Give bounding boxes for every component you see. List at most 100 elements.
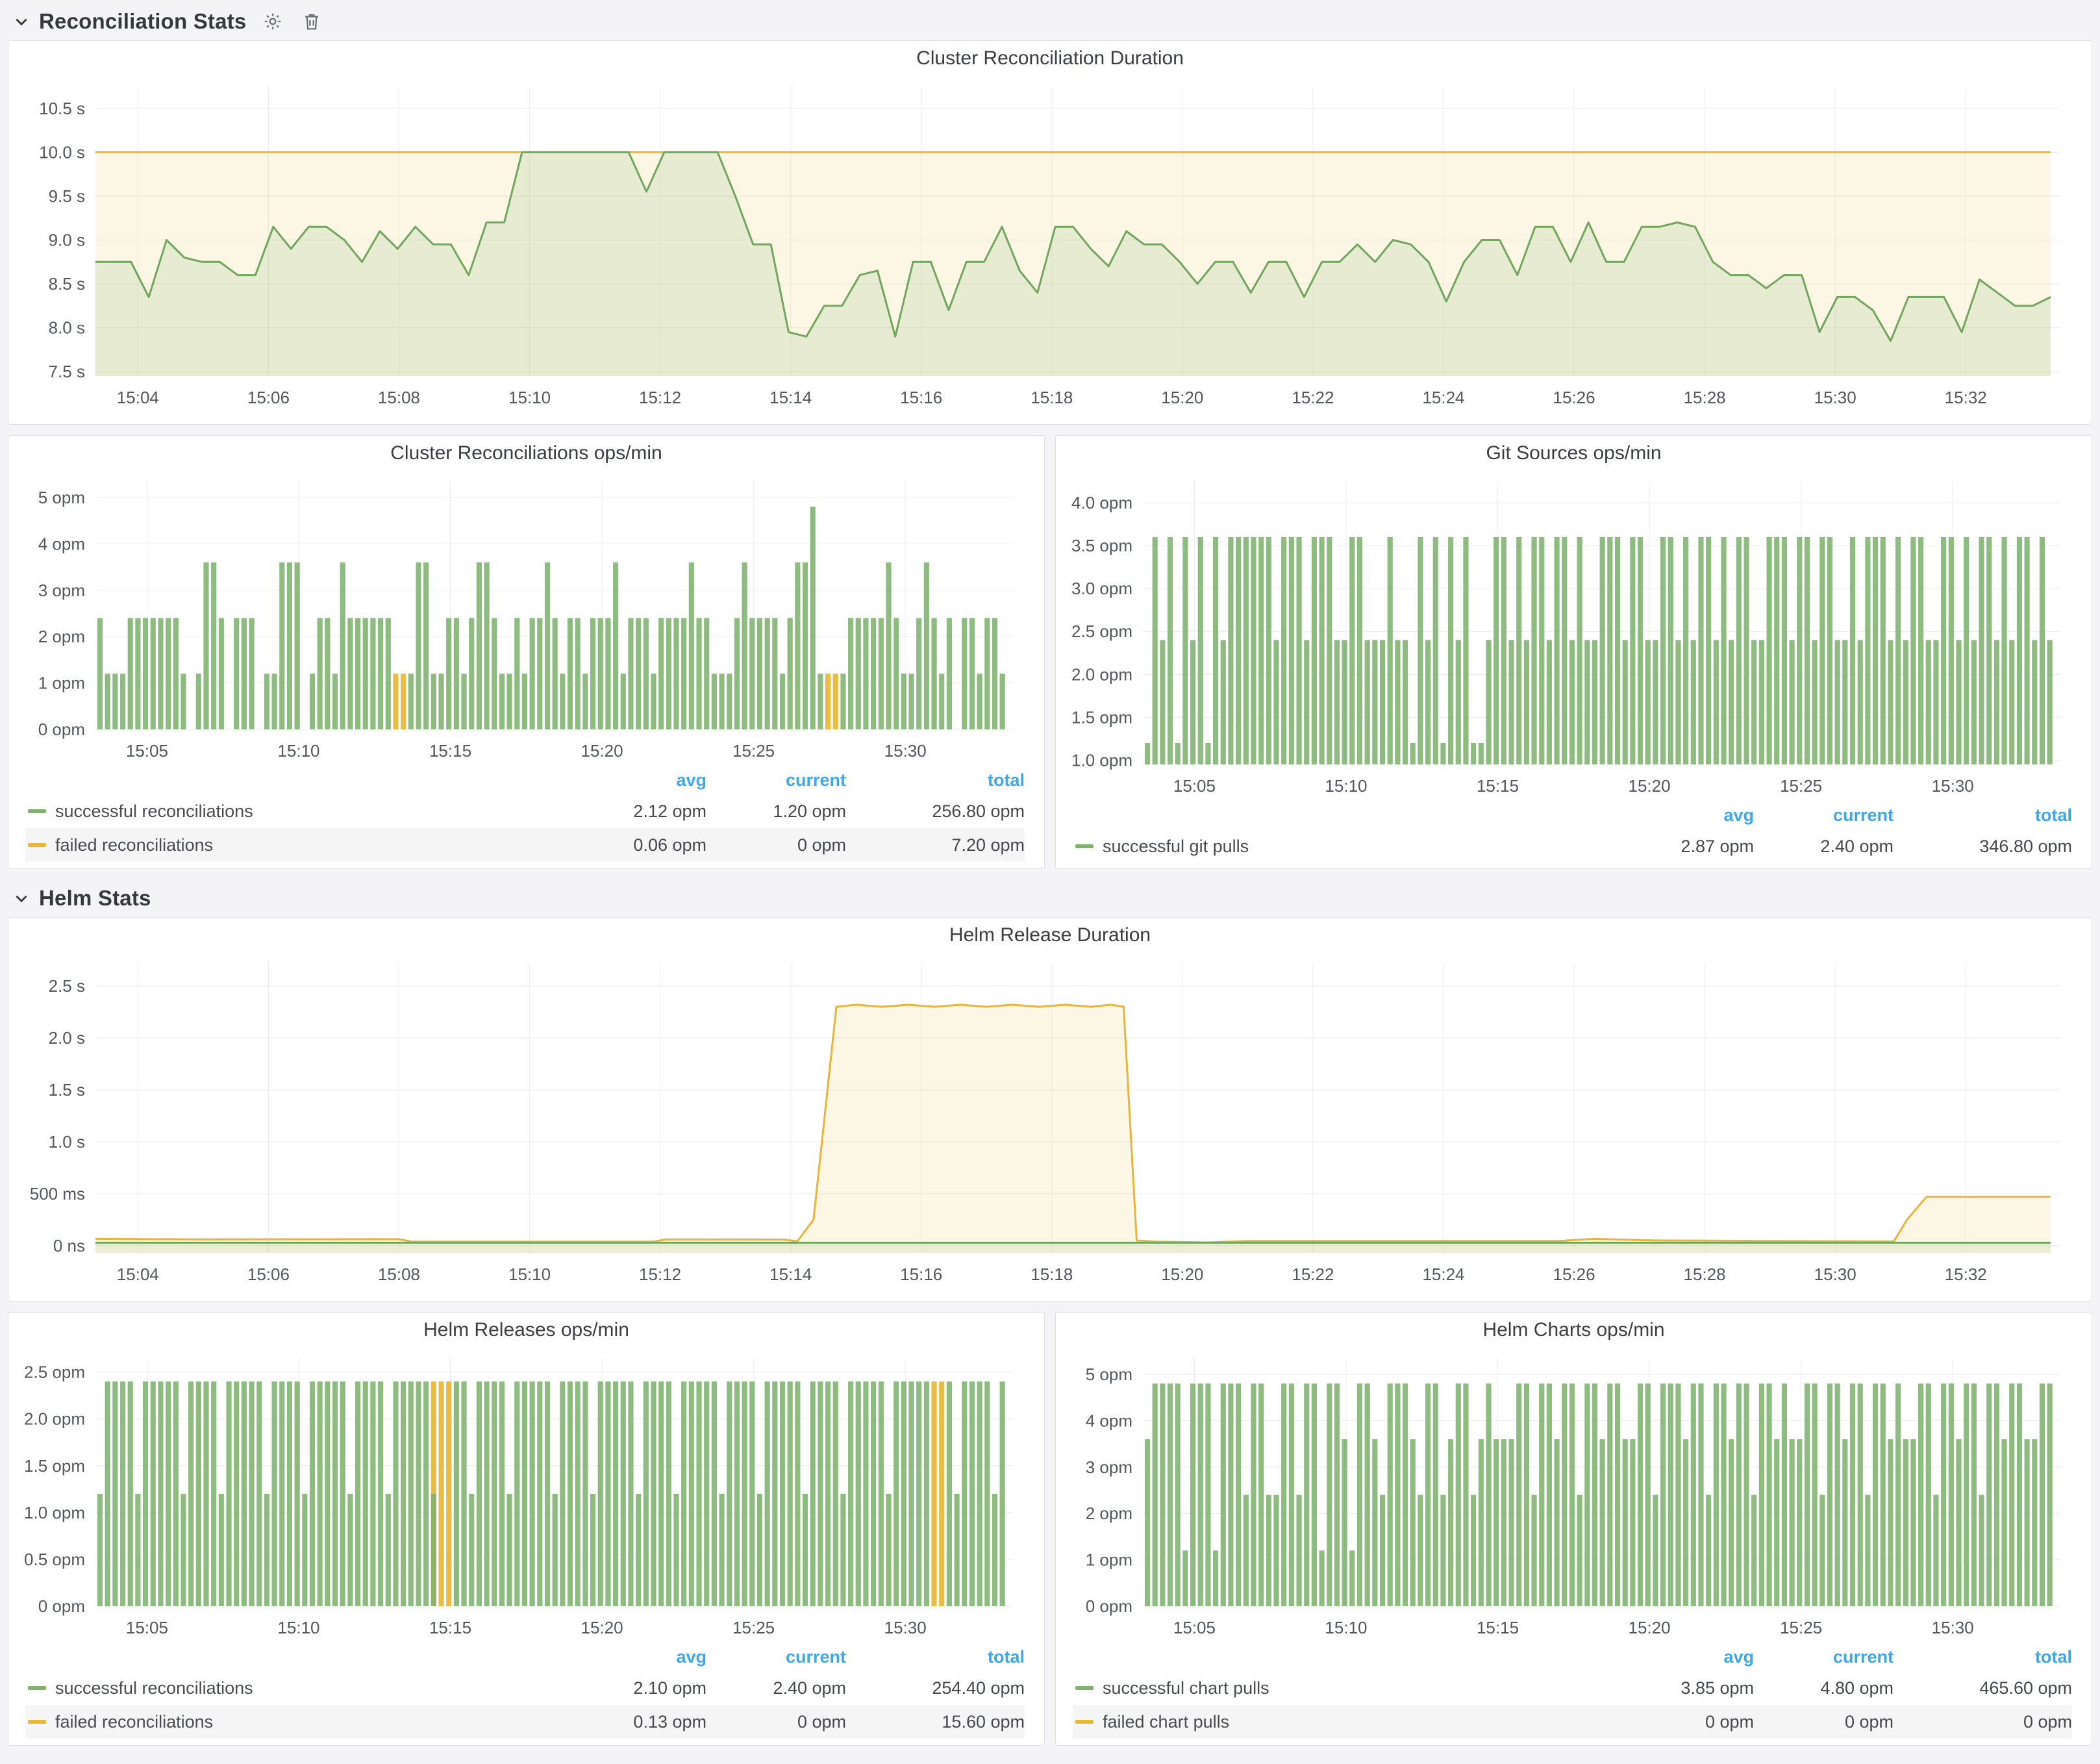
svg-text:15:05: 15:05 bbox=[126, 1618, 168, 1637]
legend-col-avg[interactable]: avg bbox=[567, 770, 706, 790]
svg-text:15:24: 15:24 bbox=[1422, 388, 1464, 407]
svg-text:500 ms: 500 ms bbox=[30, 1184, 85, 1203]
svg-text:15:20: 15:20 bbox=[1629, 1618, 1671, 1637]
svg-text:15:28: 15:28 bbox=[1684, 388, 1726, 407]
svg-text:0 opm: 0 opm bbox=[1086, 1596, 1132, 1616]
legend-current-value: 0 opm bbox=[1754, 1712, 1894, 1732]
svg-text:15:20: 15:20 bbox=[1161, 1265, 1203, 1284]
helm-release-duration-chart[interactable]: 2.5 s2.0 s1.5 s1.0 s500 ms0 ns15:0415:06… bbox=[8, 953, 2092, 1288]
legend-col-current[interactable]: current bbox=[1754, 805, 1894, 825]
section-title: Helm Stats bbox=[39, 886, 151, 911]
svg-text:10.0 s: 10.0 s bbox=[39, 142, 85, 162]
legend-row-successful-git-pulls: successful git pulls 2.87 opm 2.40 opm 3… bbox=[1073, 829, 2072, 863]
trash-icon[interactable] bbox=[299, 9, 324, 34]
legend-current-value: 1.20 opm bbox=[706, 801, 846, 822]
panel-title-helm-charts-ops[interactable]: Helm Charts ops/min bbox=[1056, 1313, 2092, 1348]
legend-col-current[interactable]: current bbox=[1754, 1647, 1894, 1667]
svg-text:15:18: 15:18 bbox=[1031, 388, 1073, 407]
svg-text:15:10: 15:10 bbox=[1325, 1618, 1367, 1637]
legend-total-value: 15.60 opm bbox=[846, 1712, 1025, 1732]
panel-title-cluster-reconciliation-duration[interactable]: Cluster Reconciliation Duration bbox=[8, 41, 2092, 76]
svg-text:15:25: 15:25 bbox=[732, 741, 775, 761]
svg-text:3.5 opm: 3.5 opm bbox=[1071, 536, 1132, 555]
svg-text:1 opm: 1 opm bbox=[38, 674, 85, 693]
legend-avg-value: 2.10 opm bbox=[567, 1678, 706, 1698]
legend-avg-value: 2.12 opm bbox=[567, 801, 706, 822]
legend-label[interactable]: successful reconciliations bbox=[55, 801, 253, 822]
section-title: Reconciliation Stats bbox=[39, 9, 246, 34]
svg-text:15:04: 15:04 bbox=[117, 388, 159, 407]
legend-col-total[interactable]: total bbox=[1894, 805, 2072, 825]
svg-text:15:28: 15:28 bbox=[1684, 1265, 1726, 1284]
panel-title-cluster-reconciliations-ops[interactable]: Cluster Reconciliations ops/min bbox=[8, 436, 1044, 471]
svg-text:15:12: 15:12 bbox=[639, 388, 681, 407]
legend-avg-value: 0.06 opm bbox=[567, 835, 706, 855]
legend-label[interactable]: failed chart pulls bbox=[1103, 1712, 1229, 1732]
svg-text:15:14: 15:14 bbox=[769, 388, 812, 407]
legend-avg-value: 3.85 opm bbox=[1614, 1678, 1754, 1698]
legend-col-total[interactable]: total bbox=[846, 770, 1025, 790]
svg-text:15:20: 15:20 bbox=[581, 741, 623, 761]
svg-text:15:30: 15:30 bbox=[884, 741, 927, 761]
svg-text:2.0 opm: 2.0 opm bbox=[24, 1409, 85, 1429]
svg-text:15:25: 15:25 bbox=[1780, 776, 1822, 796]
legend-header-row: avg current total bbox=[25, 1643, 1025, 1671]
legend-current-value: 2.40 opm bbox=[1754, 837, 1894, 857]
panel-title-git-sources-ops[interactable]: Git Sources ops/min bbox=[1056, 436, 2092, 471]
svg-text:15:10: 15:10 bbox=[508, 388, 551, 407]
section-toggle-helm-stats[interactable]: Helm Stats bbox=[13, 886, 151, 911]
legend-header-row: avg current total bbox=[1073, 801, 2072, 829]
dashboard: Reconciliation Stats Cluster Reconciliat… bbox=[0, 0, 2100, 1763]
svg-text:1.5 s: 1.5 s bbox=[49, 1080, 85, 1100]
section-header-helm-stats: Helm Stats bbox=[8, 879, 2092, 917]
series-color-dash bbox=[28, 1720, 46, 1724]
svg-text:15:30: 15:30 bbox=[1932, 1618, 1974, 1637]
gear-icon[interactable] bbox=[260, 9, 285, 34]
svg-text:15:10: 15:10 bbox=[277, 741, 319, 761]
legend-col-current[interactable]: current bbox=[706, 770, 846, 790]
svg-text:2 opm: 2 opm bbox=[38, 627, 85, 646]
svg-text:15:26: 15:26 bbox=[1553, 388, 1595, 407]
svg-text:15:06: 15:06 bbox=[247, 388, 290, 407]
svg-text:0 opm: 0 opm bbox=[38, 1596, 85, 1616]
cluster-reconciliations-ops-chart[interactable]: 5 opm4 opm3 opm2 opm1 opm0 opm15:0515:10… bbox=[8, 471, 1044, 764]
legend-col-current[interactable]: current bbox=[706, 1647, 846, 1667]
legend-header-row: avg current total bbox=[25, 766, 1025, 794]
helm-releases-ops-chart[interactable]: 2.5 opm2.0 opm1.5 opm1.0 opm0.5 opm0 opm… bbox=[8, 1348, 1044, 1641]
series-color-dash bbox=[1075, 1686, 1094, 1690]
chevron-down-icon bbox=[13, 13, 30, 30]
legend-row-failed-reconciliations: failed reconciliations 0.06 opm 0 opm 7.… bbox=[25, 828, 1025, 862]
legend-label[interactable]: failed reconciliations bbox=[55, 1712, 213, 1732]
legend-total-value: 7.20 opm bbox=[846, 835, 1025, 855]
svg-text:3 opm: 3 opm bbox=[38, 581, 85, 600]
svg-text:15:15: 15:15 bbox=[429, 1618, 471, 1637]
cluster-reconciliation-duration-chart[interactable]: 10.5 s10.0 s9.5 s9.0 s8.5 s8.0 s7.5 s15:… bbox=[8, 76, 2092, 411]
legend-col-avg[interactable]: avg bbox=[567, 1647, 706, 1667]
legend-label[interactable]: successful chart pulls bbox=[1103, 1678, 1269, 1698]
svg-text:15:15: 15:15 bbox=[1477, 1618, 1519, 1637]
git-sources-ops-chart[interactable]: 4.0 opm3.5 opm3.0 opm2.5 opm2.0 opm1.5 o… bbox=[1056, 471, 2092, 800]
svg-text:8.5 s: 8.5 s bbox=[49, 274, 85, 294]
svg-text:15:20: 15:20 bbox=[1161, 388, 1203, 407]
legend-label[interactable]: failed reconciliations bbox=[55, 835, 213, 855]
svg-text:15:10: 15:10 bbox=[277, 1618, 319, 1637]
helm-charts-ops-chart[interactable]: 5 opm4 opm3 opm2 opm1 opm0 opm15:0515:10… bbox=[1056, 1348, 2092, 1641]
legend-col-avg[interactable]: avg bbox=[1614, 1647, 1754, 1667]
svg-text:1.0 s: 1.0 s bbox=[49, 1132, 85, 1152]
svg-text:1.0 opm: 1.0 opm bbox=[24, 1503, 85, 1522]
panel-title-helm-releases-ops[interactable]: Helm Releases ops/min bbox=[8, 1313, 1044, 1348]
legend-label[interactable]: successful reconciliations bbox=[55, 1678, 253, 1698]
svg-text:15:05: 15:05 bbox=[126, 741, 168, 761]
legend-col-total[interactable]: total bbox=[1894, 1647, 2072, 1667]
svg-text:2.0 s: 2.0 s bbox=[49, 1028, 85, 1048]
legend-col-total[interactable]: total bbox=[846, 1647, 1025, 1667]
svg-text:3.0 opm: 3.0 opm bbox=[1071, 579, 1132, 598]
legend-col-avg[interactable]: avg bbox=[1614, 805, 1754, 825]
legend-current-value: 2.40 opm bbox=[706, 1678, 846, 1698]
svg-text:5 opm: 5 opm bbox=[1086, 1365, 1132, 1384]
panel-title-helm-release-duration[interactable]: Helm Release Duration bbox=[8, 918, 2092, 953]
section-toggle-reconciliation-stats[interactable]: Reconciliation Stats bbox=[13, 9, 246, 34]
legend-label[interactable]: successful git pulls bbox=[1103, 837, 1249, 857]
svg-text:15:32: 15:32 bbox=[1945, 388, 1987, 407]
svg-text:10.5 s: 10.5 s bbox=[39, 99, 85, 118]
